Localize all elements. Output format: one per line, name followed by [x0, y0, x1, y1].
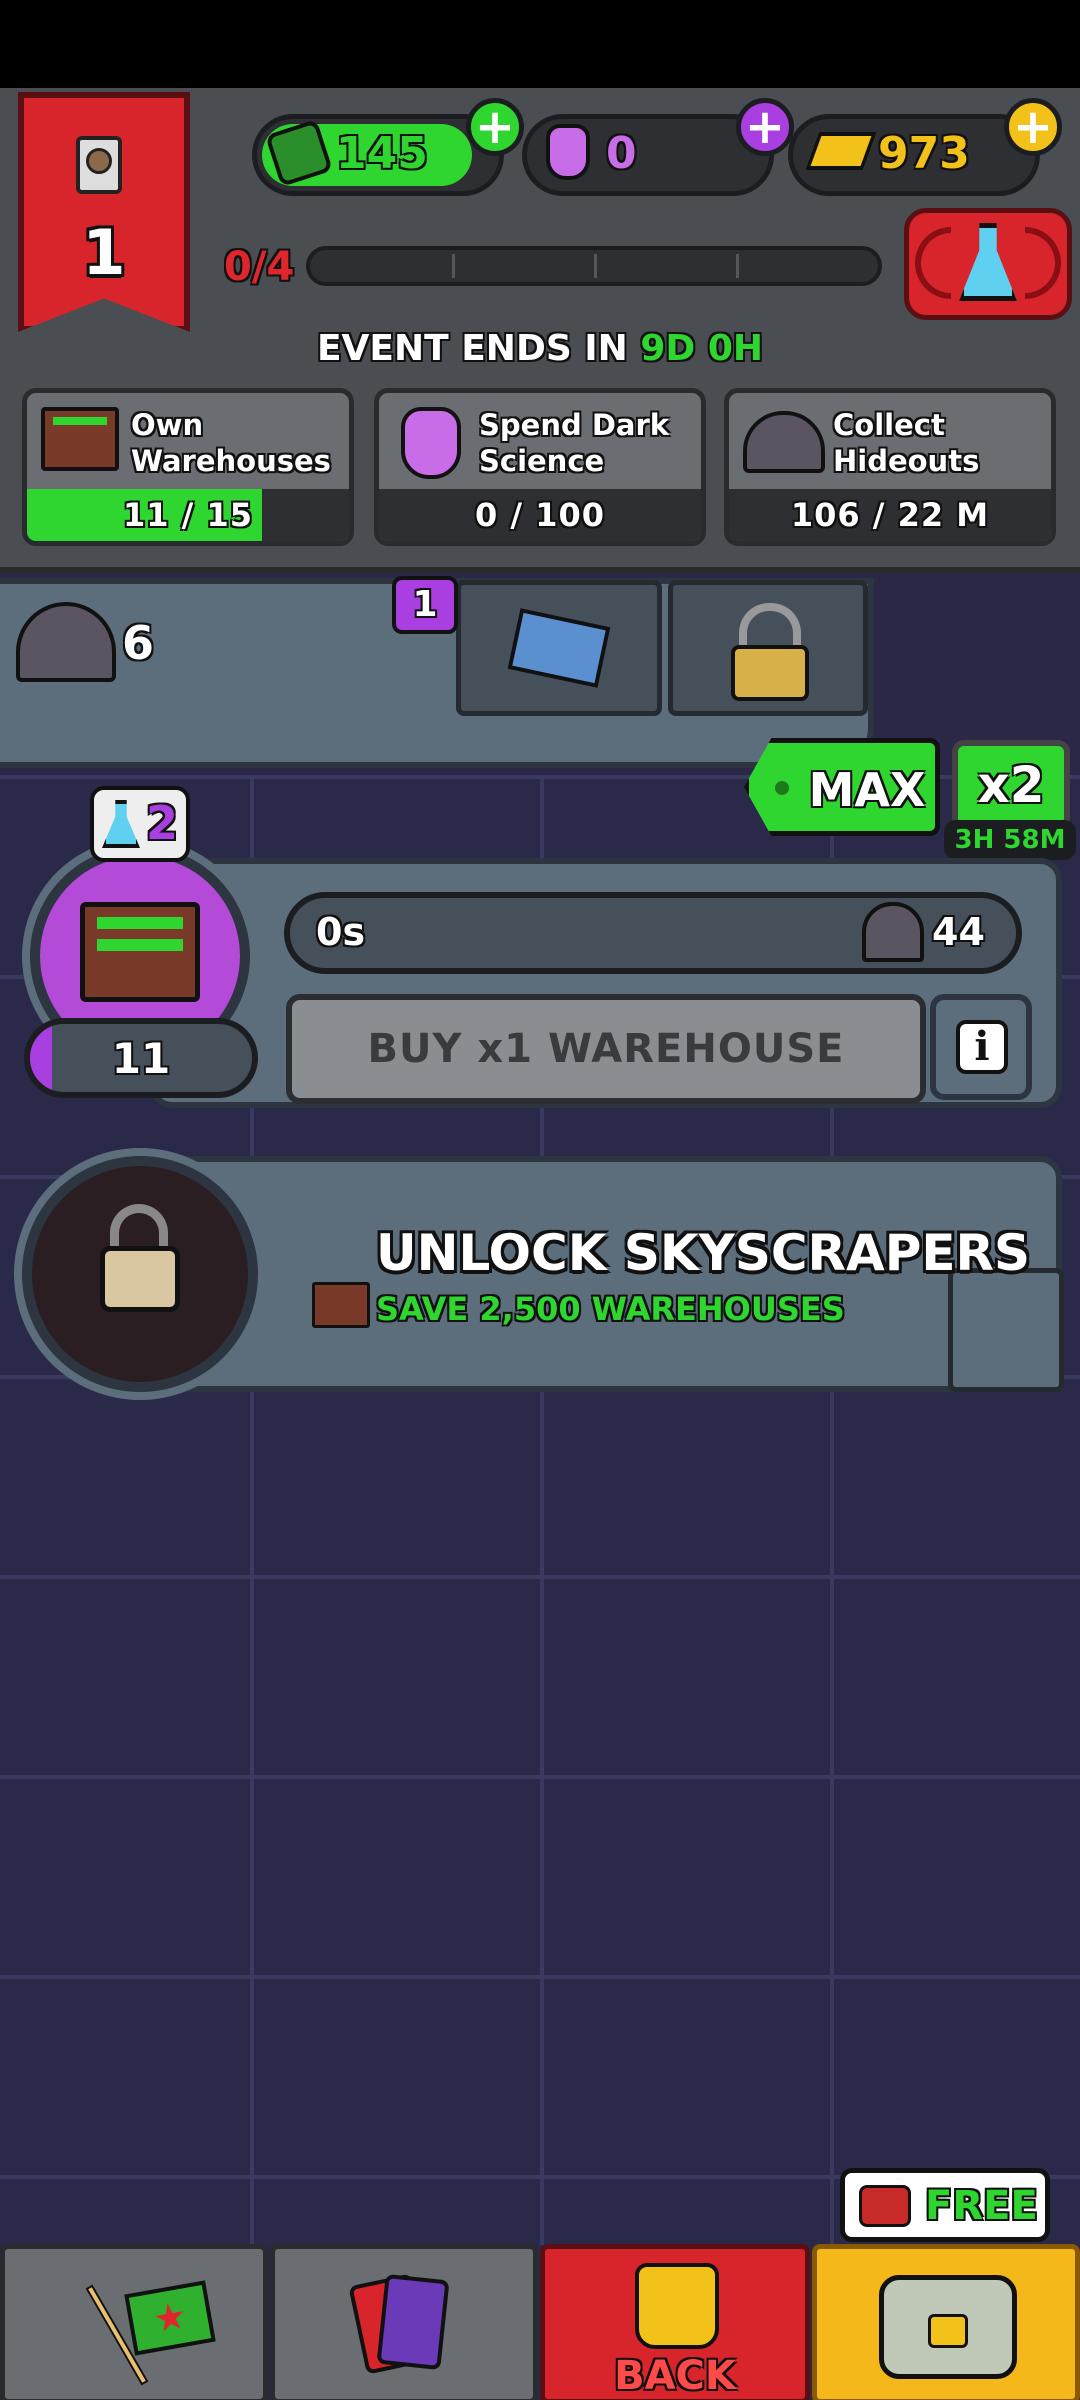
production-timer: 0s: [316, 910, 366, 954]
max-label: MAX: [808, 763, 926, 817]
mission-progress-text: 0 / 100: [379, 489, 701, 541]
event-reward-button[interactable]: [904, 208, 1072, 320]
event-progress-bar: [306, 246, 882, 286]
padlock-body: [731, 645, 809, 701]
dark-science-potion-icon: [401, 407, 461, 479]
dynamite-icon: [859, 2185, 911, 2227]
fist-icon: [635, 2263, 719, 2349]
laurel-left-icon: [915, 227, 951, 299]
locked-tab[interactable]: [668, 580, 868, 716]
mission-collect-hideouts[interactable]: Collect Hideouts 106 / 22 M: [724, 388, 1056, 546]
hideout-icon: [743, 411, 825, 473]
hideout-icon: [862, 902, 924, 962]
rank-banner[interactable]: 1: [18, 92, 190, 332]
science-flask-icon: [959, 223, 1017, 301]
warehouse-level: 11: [111, 1034, 171, 1083]
mission-own-warehouses[interactable]: Own Warehouses 11 / 15: [22, 388, 354, 546]
x2-label: x2: [977, 756, 1045, 814]
nav-cards-button[interactable]: [270, 2244, 538, 2400]
back-label: BACK: [614, 2353, 736, 2399]
mission-label: Own Warehouses: [131, 408, 331, 478]
nav-campaign-button[interactable]: [0, 2244, 268, 2400]
status-bar: [0, 0, 1080, 88]
free-offer-bubble[interactable]: FREE: [840, 2168, 1050, 2242]
unlock-title: UNLOCK SKYSCRAPERS: [376, 1224, 1031, 1282]
map-badge: 1: [392, 576, 458, 634]
event-ends-label: EVENT ENDS IN: [316, 328, 628, 369]
mission-label: Collect Hideouts: [833, 408, 980, 478]
cards-icon-front: [376, 2273, 450, 2371]
mission-progress-text: 11 / 15: [122, 496, 254, 534]
add-dark-science-button[interactable]: +: [736, 98, 794, 156]
cash-value: 145: [336, 128, 428, 179]
dark-science-potion-icon: [546, 124, 590, 180]
nav-back-button[interactable]: BACK: [540, 2244, 810, 2400]
treasure-chest-icon: [879, 2275, 1017, 2379]
max-button[interactable]: MAX: [744, 738, 940, 836]
nav-shop-button[interactable]: [812, 2244, 1080, 2400]
warehouse-level-bar: 11: [24, 1018, 258, 1098]
unlock-side-slot: [948, 1268, 1064, 1392]
event-ends-days: 9D: [640, 328, 696, 369]
treasure-map-icon: [507, 608, 611, 688]
info-icon: i: [956, 1020, 1008, 1074]
boost-timer: 3H 58M: [944, 820, 1076, 860]
science-flask-icon: [102, 800, 140, 848]
x2-boost-button[interactable]: x2: [952, 740, 1070, 830]
rank-number: 1: [82, 216, 126, 289]
laurel-right-icon: [1025, 227, 1061, 299]
banner-medal-icon: [76, 136, 122, 194]
hideout-count: 6: [122, 616, 155, 670]
dark-science-value: 0: [606, 128, 637, 179]
hideout-icon: [16, 602, 116, 682]
skyscraper-avatar: [22, 1156, 258, 1392]
warehouse-icon: [41, 407, 119, 471]
padlock-body: [100, 1246, 180, 1312]
production-reward: 44: [932, 910, 985, 954]
mission-progress-text: 106 / 22 M: [729, 489, 1051, 541]
gold-value: 973: [878, 128, 970, 179]
info-button[interactable]: i: [930, 994, 1032, 1100]
science-badge-count: 2: [146, 796, 179, 850]
flag-icon: [124, 2280, 216, 2356]
add-gold-button[interactable]: +: [1004, 98, 1062, 156]
mission-spend-dark-science[interactable]: Spend Dark Science 0 / 100: [374, 388, 706, 546]
mission-label: Spend Dark Science: [479, 408, 670, 478]
warehouse-icon: [80, 902, 200, 1002]
event-timer: EVENT ENDS IN 9D 0H: [0, 328, 1080, 369]
unlock-requirement: SAVE 2,500 WAREHOUSES: [376, 1290, 845, 1328]
buy-warehouse-button[interactable]: BUY x1 WAREHOUSE: [286, 994, 926, 1104]
warehouse-icon: [312, 1282, 370, 1328]
event-progress-text: 0/4: [224, 244, 295, 290]
free-label: FREE: [925, 2183, 1038, 2229]
hideout-tab[interactable]: 6: [10, 592, 160, 700]
add-cash-button[interactable]: +: [466, 98, 524, 156]
map-tab[interactable]: [456, 580, 662, 716]
event-ends-hours: 0H: [707, 328, 764, 369]
production-timer-bar: 0s 44: [284, 892, 1022, 974]
science-badge: 2: [90, 786, 190, 862]
